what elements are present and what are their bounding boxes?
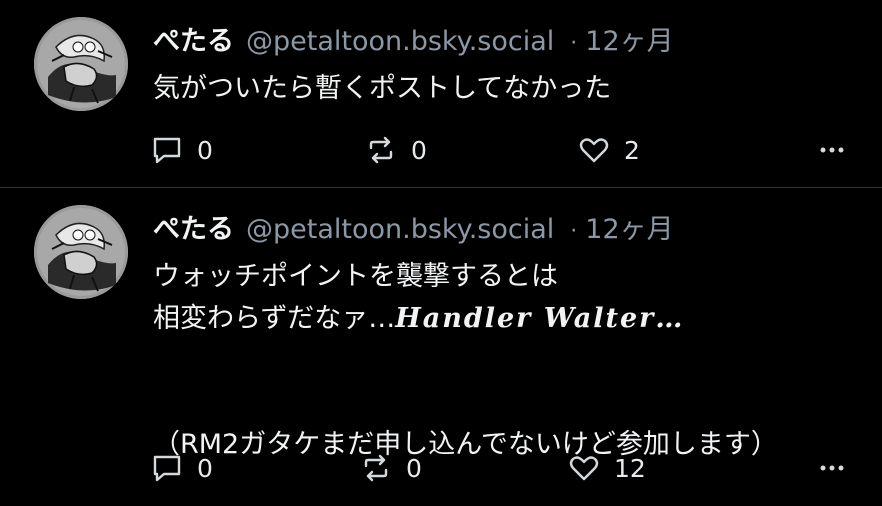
author-name[interactable]: ぺたる — [153, 22, 234, 62]
post-header: ぺたる @petaltoon.bsky.social · 12ヶ月 — [153, 22, 674, 62]
more-icon — [818, 136, 846, 164]
repost-icon — [365, 134, 397, 166]
more-options-button[interactable] — [818, 448, 846, 488]
avatar[interactable] — [34, 205, 128, 299]
heart-icon — [568, 452, 600, 484]
reply-count: 0 — [197, 135, 213, 165]
reply-button[interactable]: 0 — [151, 130, 213, 170]
post-item[interactable]: ぺたる @petaltoon.bsky.social · 12ヶ月 ウォッチポイ… — [0, 188, 882, 506]
post-text-line: ウォッチポイントを襲撃するとは — [153, 261, 558, 292]
post-text: ウォッチポイントを襲撃するとは 相変わらずだなァ…Handler Walter… （… — [153, 256, 853, 466]
separator-dot: · — [570, 31, 578, 56]
post-item[interactable]: ぺたる @petaltoon.bsky.social · 12ヶ月 気がついたら… — [0, 0, 882, 187]
repost-count: 0 — [411, 135, 427, 165]
post-actions: 0 0 12 — [0, 448, 882, 488]
author-name[interactable]: ぺたる — [153, 210, 234, 250]
post-text-line: 相変わらずだなァ…Handler Walter… — [153, 298, 853, 340]
post-time[interactable]: 12ヶ月 — [585, 22, 673, 62]
avatar[interactable] — [34, 17, 128, 111]
post-text-segment: 相変わらずだなァ… — [153, 303, 396, 334]
repost-icon — [360, 452, 392, 484]
author-handle[interactable]: @petaltoon.bsky.social — [246, 22, 554, 62]
reply-count: 0 — [197, 453, 213, 483]
repost-button[interactable]: 0 — [360, 448, 422, 488]
like-button[interactable]: 12 — [568, 448, 646, 488]
repost-count: 0 — [406, 453, 422, 483]
more-icon — [818, 454, 846, 482]
post-header: ぺたる @petaltoon.bsky.social · 12ヶ月 — [153, 210, 674, 250]
heart-icon — [578, 134, 610, 166]
post-feed: ぺたる @petaltoon.bsky.social · 12ヶ月 気がついたら… — [0, 0, 882, 506]
avatar-image — [34, 17, 128, 111]
reply-icon — [151, 134, 183, 166]
post-time[interactable]: 12ヶ月 — [585, 210, 673, 250]
post-text: 気がついたら暫くポストしてなかった — [153, 73, 612, 104]
more-options-button[interactable] — [818, 130, 846, 170]
like-count: 2 — [624, 135, 640, 165]
post-actions: 0 0 2 — [0, 130, 882, 170]
repost-button[interactable]: 0 — [365, 130, 427, 170]
reply-button[interactable]: 0 — [151, 448, 213, 488]
like-button[interactable]: 2 — [578, 130, 640, 170]
author-handle[interactable]: @petaltoon.bsky.social — [246, 210, 554, 250]
post-text-fancy: Handler Walter… — [395, 303, 685, 334]
reply-icon — [151, 452, 183, 484]
separator-dot: · — [570, 219, 578, 244]
avatar-image — [34, 205, 128, 299]
like-count: 12 — [614, 453, 646, 483]
